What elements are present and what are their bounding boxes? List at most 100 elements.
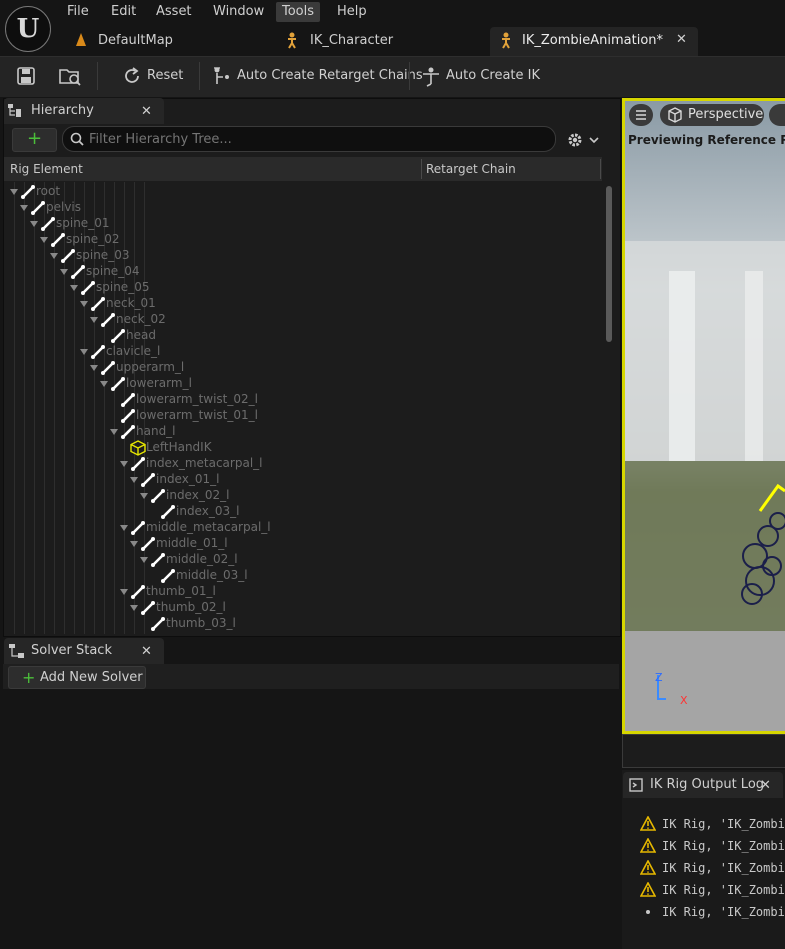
tree-row[interactable]: spine_02 [40,231,119,247]
hierarchy-tree[interactable]: root pelvis spine_01 spine_02 spine_03 spine_… [4,182,602,634]
column-rig-element[interactable]: Rig Element [10,157,83,181]
log-line[interactable]: IK Rig, 'IK_Zombie [662,905,785,919]
expand-arrow-icon[interactable] [140,492,148,499]
log-line[interactable]: IK Rig, 'IK_Zombie [662,817,785,831]
save-icon[interactable] [16,66,36,86]
tree-row[interactable]: spine_01 [30,215,109,231]
tree-row[interactable]: middle_metacarpal_l [120,519,271,535]
expand-arrow-icon[interactable] [130,540,138,547]
expand-arrow-icon[interactable] [120,588,128,595]
tree-row[interactable]: index_02_l [140,487,229,503]
hierarchy-tab-label: Hierarchy [31,103,94,118]
expand-arrow-icon[interactable] [70,284,78,291]
tree-row[interactable]: index_metacarpal_l [120,455,262,471]
close-icon[interactable]: ✕ [676,32,687,47]
expand-arrow-icon[interactable] [140,556,148,563]
reset-button[interactable]: Reset [147,66,183,86]
tree-row[interactable]: lowerarm_twist_02_l [110,391,258,407]
tree-row[interactable]: middle_01_l [130,535,228,551]
unreal-logo[interactable]: U [5,6,51,52]
expand-arrow-icon[interactable] [130,604,138,611]
info-bullet-icon [640,904,656,920]
expand-arrow-icon[interactable] [50,252,58,259]
expand-arrow-icon[interactable] [80,348,88,355]
search-input[interactable] [89,129,529,149]
add-new-solver-button[interactable]: + Add New Solver [8,666,146,689]
menu-asset[interactable]: Asset [150,2,198,22]
close-icon[interactable]: ✕ [760,778,771,793]
expand-arrow-icon[interactable] [120,460,128,467]
viewport-options-button[interactable] [769,104,785,126]
column-divider[interactable] [421,159,422,179]
close-icon[interactable]: ✕ [141,104,152,119]
bone-icon [140,536,156,551]
expand-arrow-icon[interactable] [30,220,38,227]
expand-arrow-icon[interactable] [120,524,128,531]
expand-arrow-icon[interactable] [20,204,28,211]
tree-row[interactable]: thumb_02_l [130,599,226,615]
retarget-chain-icon[interactable] [212,65,234,87]
tree-row-label: spine_01 [56,216,110,230]
viewport[interactable]: Z X [622,98,785,734]
gear-icon[interactable] [566,131,584,149]
auto-create-retarget-chains-button[interactable]: Auto Create Retarget Chains [237,66,423,86]
tree-row[interactable]: middle_03_l [150,567,248,583]
hierarchy-scrollbar[interactable] [606,186,612,342]
expand-arrow-icon[interactable] [90,364,98,371]
tree-row-label: middle_03_l [176,568,248,582]
expand-arrow-icon[interactable] [100,380,108,387]
tree-row[interactable]: thumb_03_l [140,615,236,631]
hierarchy-search[interactable] [62,126,556,152]
menu-window[interactable]: Window [207,2,270,22]
tree-row[interactable]: neck_02 [90,311,166,327]
log-line[interactable]: IK Rig, 'IK_Zombie [662,861,785,875]
column-retarget-chain[interactable]: Retarget Chain [426,157,516,181]
tree-row[interactable]: thumb_01_l [120,583,216,599]
auto-create-ik-button[interactable]: Auto Create IK [446,66,540,86]
tree-row[interactable]: spine_05 [70,279,149,295]
viewport-scene[interactable]: Z X [625,101,785,731]
chevron-down-icon[interactable] [589,134,599,144]
menu-help[interactable]: Help [331,2,373,22]
tree-row[interactable]: pelvis [20,199,81,215]
tree-row[interactable]: root [10,183,60,199]
viewport-menu-button[interactable] [629,104,653,126]
log-line[interactable]: IK Rig, 'IK_Zombie [662,839,785,853]
expand-arrow-icon[interactable] [80,300,88,307]
tree-row[interactable]: hand_l [110,423,176,439]
doc-tab-defaultmap[interactable]: DefaultMap [98,27,173,54]
tree-row[interactable]: LeftHandIK [120,439,212,456]
expand-arrow-icon[interactable] [110,428,118,435]
tree-row[interactable]: index_03_l [150,503,239,519]
log-line[interactable]: IK Rig, 'IK_Zombie [662,883,785,897]
menu-tools[interactable]: Tools [276,2,321,22]
tree-row[interactable]: upperarm_l [90,359,184,375]
tree-row[interactable]: neck_01 [80,295,156,311]
menu-edit[interactable]: Edit [105,2,142,22]
browse-asset-icon[interactable] [58,65,82,87]
tree-row[interactable]: middle_02_l [140,551,238,567]
auto-ik-icon[interactable] [421,65,443,87]
close-icon[interactable]: ✕ [141,644,152,659]
expand-arrow-icon[interactable] [10,188,18,195]
tree-row[interactable]: lowerarm_l [100,375,192,391]
expand-arrow-icon[interactable] [40,236,48,243]
tree-row[interactable]: spine_03 [50,247,129,263]
tree-row[interactable]: index_01_l [130,471,219,487]
expand-arrow-icon[interactable] [130,476,138,483]
tree-row[interactable]: clavicle_l [80,343,160,359]
tree-row[interactable]: head [100,327,156,343]
menu-file[interactable]: File [61,2,95,22]
expand-arrow-icon[interactable] [90,316,98,323]
reset-icon[interactable] [122,66,142,86]
add-element-button[interactable]: + [12,128,57,152]
doc-tab-ik-character[interactable]: IK_Character [310,27,393,54]
expand-arrow-icon[interactable] [60,268,68,275]
perspective-button[interactable]: Perspective [660,104,764,126]
doc-tab-ik-zombieanimation[interactable]: IK_ZombieAnimation* [522,27,663,54]
tree-row-label: LeftHandIK [146,440,212,454]
character-mesh[interactable] [730,476,785,616]
tree-row[interactable]: spine_04 [60,263,139,279]
bone-icon [150,616,166,631]
tree-row[interactable]: lowerarm_twist_01_l [110,407,258,423]
